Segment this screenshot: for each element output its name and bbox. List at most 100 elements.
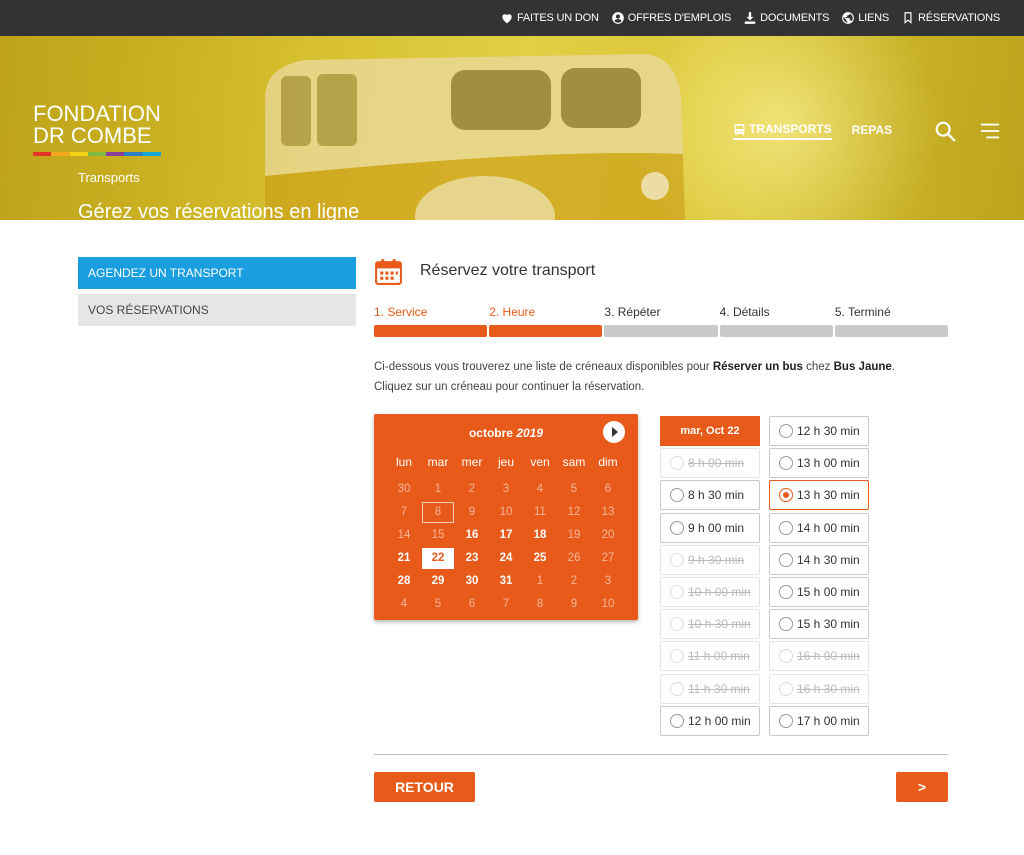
logo-color-bar xyxy=(142,152,161,156)
date-picker: octobre 2019 lun mar mer jeu ven sam dim 30 1 2 3 4… xyxy=(374,414,638,620)
calendar-day-number: 2 xyxy=(570,575,578,587)
jobs-link[interactable]: OFFRES D'EMPLOIS xyxy=(611,11,731,25)
logo-color-bar xyxy=(33,152,52,156)
calendar-day-number: 3 xyxy=(604,575,612,587)
nav-repas[interactable]: REPAS xyxy=(852,122,892,140)
sidebar-item-my-reservations[interactable]: VOS RÉSERVATIONS xyxy=(78,294,356,326)
back-button[interactable]: RETOUR xyxy=(374,772,475,802)
calendar-day[interactable]: 28 xyxy=(387,570,421,593)
radio-icon xyxy=(670,584,684,599)
calendar-day[interactable]: 31 xyxy=(489,570,523,593)
calendar-day-number: 20 xyxy=(601,529,615,541)
time-slot-label: 11 h 00 min xyxy=(688,649,750,664)
calendar-day[interactable]: 24 xyxy=(489,547,523,570)
weekday-label: sam xyxy=(562,455,586,469)
desc-provider: Bus Jaune xyxy=(833,361,892,373)
utility-links: FAITES UN DON OFFRES D'EMPLOIS DOCUMENTS… xyxy=(500,0,1000,36)
progress-step-bar xyxy=(719,325,833,337)
calendar-day: 30 xyxy=(387,478,421,501)
calendar-day: 20 xyxy=(591,524,625,547)
time-slot-label: 11 h 30 min xyxy=(688,681,750,696)
progress-steps: 1. Service 2. Heure 3. Répéter 4. Détails 5.… xyxy=(374,305,949,337)
time-slot[interactable]: 13 h 30 min xyxy=(769,480,869,511)
nav-transports[interactable]: TRANSPORTS xyxy=(733,122,832,140)
weekday-label: jeu xyxy=(497,455,514,469)
calendar-day[interactable]: 18 xyxy=(523,524,557,547)
logo-color-bars xyxy=(33,152,161,156)
time-slot-label: 13 h 30 min xyxy=(797,488,860,503)
calendar-day-number: 30 xyxy=(465,575,479,587)
calendar-day[interactable]: 29 xyxy=(421,570,455,593)
reservations-link-label: RÉSERVATIONS xyxy=(918,12,1000,24)
radio-icon xyxy=(670,681,684,696)
documents-link[interactable]: DOCUMENTS xyxy=(743,11,829,25)
calendar-day: 9 xyxy=(557,593,591,616)
calendar-icon xyxy=(375,258,402,285)
time-slot[interactable]: 15 h 00 min xyxy=(769,576,869,607)
next-button[interactable]: > xyxy=(896,772,948,802)
time-slot[interactable]: 12 h 00 min xyxy=(660,705,760,736)
page-title: Gérez vos réservations en ligne xyxy=(78,201,360,220)
time-slot: 10 h 30 min xyxy=(660,609,760,640)
calendar-day-number: 31 xyxy=(499,575,513,587)
sidebar-item-book-transport[interactable]: AGENDEZ UN TRANSPORT xyxy=(78,257,356,289)
radio-icon xyxy=(779,520,793,535)
calendar-day[interactable]: 23 xyxy=(455,547,489,570)
desc-text-3: . xyxy=(891,361,895,373)
calendar-day-number: 24 xyxy=(499,552,513,564)
time-slot[interactable]: 14 h 30 min xyxy=(769,544,869,575)
calendar-day-number: 6 xyxy=(604,483,612,495)
time-slot[interactable]: 17 h 00 min xyxy=(769,705,869,736)
calendar-day: 10 xyxy=(591,593,625,616)
calendar-day-number: 5 xyxy=(434,598,442,610)
calendar-day-number: 2 xyxy=(468,483,476,495)
calendar-day[interactable]: 25 xyxy=(523,547,557,570)
time-slot: 11 h 00 min xyxy=(660,641,760,672)
menu-icon[interactable] xyxy=(979,120,1001,142)
time-slot-label: 13 h 00 min xyxy=(797,456,860,471)
time-slot-label: 12 h 30 min xyxy=(797,424,860,438)
calendar-day[interactable]: 30 xyxy=(455,570,489,593)
bus-icon xyxy=(734,123,745,135)
reservations-link[interactable]: RÉSERVATIONS xyxy=(901,11,1000,25)
logo-color-bar xyxy=(124,152,143,156)
time-slot[interactable]: 14 h 00 min xyxy=(769,512,869,543)
calendar-day[interactable]: 21 xyxy=(387,547,421,570)
calendar-day-number: 8 xyxy=(536,598,544,610)
calendar-day-number: 11 xyxy=(534,506,546,518)
time-slot[interactable]: 12 h 30 min xyxy=(769,416,869,446)
calendar-day: 5 xyxy=(421,593,455,616)
calendar-day[interactable]: 17 xyxy=(489,524,523,547)
calendar-day-number: 10 xyxy=(601,598,615,610)
calendar-day: 13 xyxy=(591,501,625,524)
links-link[interactable]: LIENS xyxy=(841,11,889,25)
time-slot-label: 15 h 00 min xyxy=(797,584,860,599)
time-slot-label: 14 h 30 min xyxy=(797,552,860,567)
calendar-day-number: 14 xyxy=(397,529,411,541)
radio-icon xyxy=(779,681,793,696)
calendar-day[interactable]: 22 xyxy=(421,547,455,570)
calendar-day: 3 xyxy=(489,478,523,501)
calendar-day-number: 21 xyxy=(397,552,411,564)
search-icon[interactable] xyxy=(934,120,956,142)
donate-link[interactable]: FAITES UN DON xyxy=(500,11,599,25)
time-slot[interactable]: 8 h 30 min xyxy=(660,480,760,511)
progress-step-label: 2. Heure xyxy=(489,305,536,319)
calendar-day[interactable]: 16 xyxy=(455,524,489,547)
radio-icon xyxy=(670,649,684,664)
logo[interactable]: FONDATION DR COMBE xyxy=(33,103,161,156)
calendar-day: 10 xyxy=(489,501,523,524)
progress-step-bar xyxy=(834,325,949,337)
next-month-button[interactable] xyxy=(603,421,625,443)
breadcrumb[interactable]: Transports xyxy=(78,170,140,185)
calendar-day: 11 xyxy=(523,501,557,524)
time-slot[interactable]: 9 h 00 min xyxy=(660,512,760,543)
calendar-day-number: 25 xyxy=(533,552,547,564)
time-slot-label: 14 h 00 min xyxy=(797,520,860,535)
time-slot[interactable]: 13 h 00 min xyxy=(769,448,869,479)
logo-color-bar xyxy=(87,152,107,156)
weekday-label: mar xyxy=(427,455,449,469)
time-slot-label: 9 h 30 min xyxy=(688,552,745,567)
time-slot[interactable]: 15 h 30 min xyxy=(769,609,869,640)
main-nav: TRANSPORTS REPAS xyxy=(733,122,892,140)
